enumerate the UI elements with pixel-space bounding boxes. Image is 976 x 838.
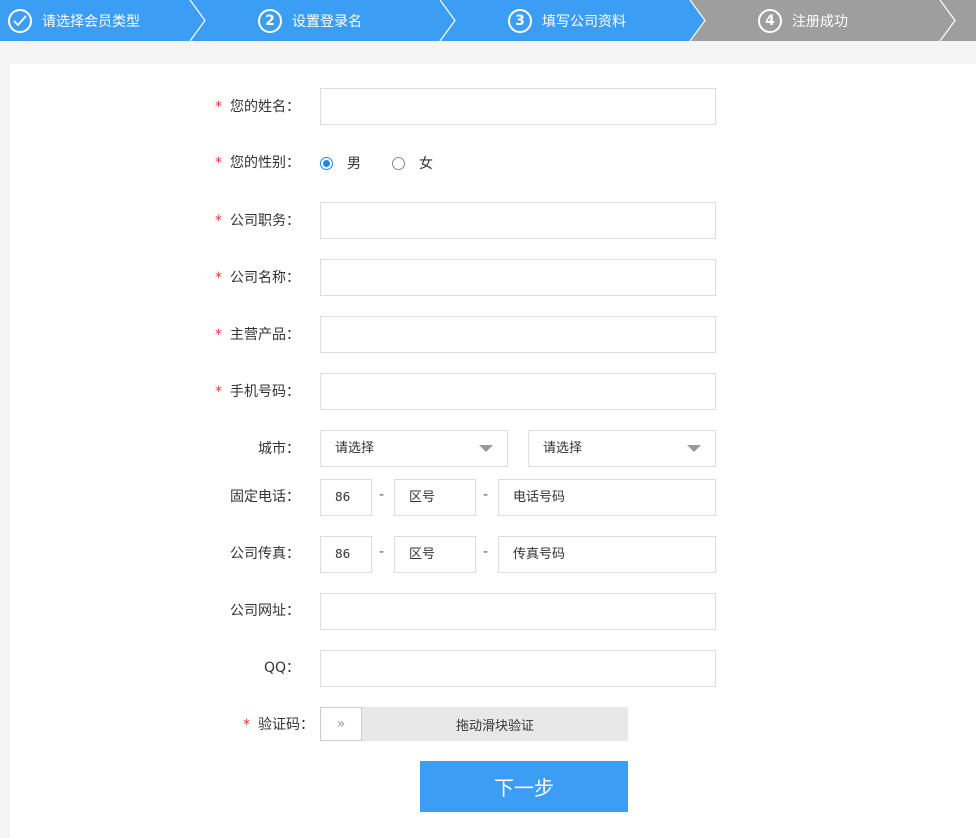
- separator: -: [379, 487, 385, 503]
- main-product-label: * 主营产品：: [215, 327, 300, 343]
- province-select[interactable]: 请选择: [320, 430, 508, 467]
- name-label: * 您的姓名：: [215, 99, 300, 115]
- double-chevron-right-icon: »: [336, 716, 346, 732]
- radio-selected-icon: [320, 156, 333, 170]
- step-number: 4: [758, 8, 782, 33]
- step-3-company-info: 3 填写公司资料: [508, 0, 626, 41]
- step-1-member-type: 请选择会员类型: [8, 0, 140, 41]
- phone-number-input[interactable]: 电话号码: [498, 479, 716, 516]
- step-label: 填写公司资料: [542, 13, 626, 30]
- required-mark: *: [215, 213, 222, 229]
- next-step-button[interactable]: 下一步: [420, 761, 628, 812]
- main-product-input[interactable]: [320, 316, 716, 353]
- required-mark: *: [215, 99, 222, 115]
- fax-label: 公司传真：: [230, 546, 300, 562]
- required-mark: *: [215, 270, 222, 286]
- separator: -: [483, 487, 489, 503]
- position-input[interactable]: [320, 202, 716, 239]
- slider-handle[interactable]: »: [320, 707, 362, 741]
- registration-form: * 您的姓名： * 您的性别： 男 女 * 公司职务： * 公司名称： * 主营产品： *…: [10, 64, 976, 838]
- check-icon: [8, 8, 32, 33]
- step-4-success: 4 注册成功: [758, 0, 848, 41]
- city-label: 城市：: [258, 441, 300, 457]
- required-mark: *: [215, 155, 222, 171]
- mobile-label: * 手机号码：: [215, 384, 300, 400]
- gender-label: * 您的性别：: [215, 155, 300, 171]
- radio-unselected-icon: [392, 156, 405, 170]
- captcha-slider-track[interactable]: » 拖动滑块验证: [320, 707, 628, 741]
- city-select[interactable]: 请选择: [528, 430, 716, 467]
- city-select-value: 请选择: [543, 441, 583, 456]
- position-label: * 公司职务：: [215, 213, 300, 229]
- step-number: 3: [508, 8, 532, 33]
- dropdown-arrow-icon: [687, 445, 701, 452]
- step-2-login-name: 2 设置登录名: [258, 0, 362, 41]
- qq-label: QQ：: [263, 660, 300, 676]
- qq-input[interactable]: [320, 650, 716, 687]
- step-number: 2: [258, 8, 282, 33]
- name-input[interactable]: [320, 88, 716, 125]
- dropdown-arrow-icon: [479, 445, 493, 452]
- phone-country-code-input[interactable]: 86: [320, 479, 372, 516]
- fax-country-code-input[interactable]: 86: [320, 536, 372, 573]
- required-mark: *: [215, 384, 222, 400]
- separator: -: [379, 544, 385, 560]
- gender-female-radio[interactable]: 女: [392, 153, 433, 173]
- required-mark: *: [215, 327, 222, 343]
- phone-label: 固定电话：: [230, 489, 300, 505]
- company-name-label: * 公司名称：: [215, 270, 300, 286]
- step-label: 设置登录名: [292, 13, 362, 30]
- captcha-label: * 验证码：: [243, 717, 314, 733]
- mobile-input[interactable]: [320, 373, 716, 410]
- fax-number-input[interactable]: 传真号码: [498, 536, 716, 573]
- required-mark: *: [243, 717, 250, 733]
- website-input[interactable]: [320, 593, 716, 630]
- phone-area-code-input[interactable]: 区号: [394, 479, 476, 516]
- separator: -: [483, 544, 489, 560]
- step-progress-bar: 请选择会员类型 2 设置登录名 3 填写公司资料 4 注册成功: [0, 0, 976, 41]
- slider-hint: 拖动滑块验证: [455, 718, 534, 734]
- company-name-input[interactable]: [320, 259, 716, 296]
- gender-female-label: 女: [419, 156, 433, 172]
- website-label: 公司网址：: [230, 603, 300, 619]
- gender-male-radio[interactable]: 男: [320, 153, 361, 173]
- province-select-value: 请选择: [335, 441, 375, 456]
- step-label: 注册成功: [792, 13, 848, 30]
- fax-area-code-input[interactable]: 区号: [394, 536, 476, 573]
- step-label: 请选择会员类型: [42, 13, 140, 30]
- gender-male-label: 男: [347, 156, 361, 172]
